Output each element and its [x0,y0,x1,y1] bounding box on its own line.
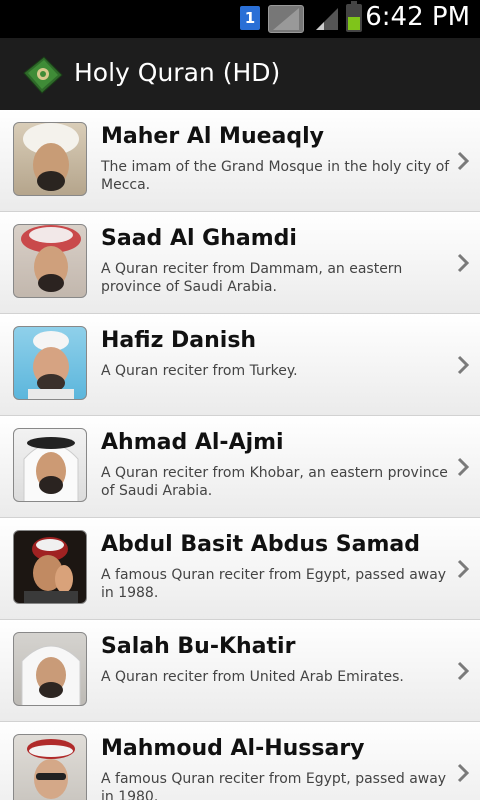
reciter-description: A famous Quran reciter from Egypt, passe… [101,567,447,601]
list-item[interactable]: Abdul Basit Abdus Samad A famous Quran r… [0,518,480,620]
battery-icon [346,1,362,32]
app-bar: Holy Quran (HD) [0,38,480,110]
status-bar: 1 6:42 PM [0,0,480,38]
reciter-description: A Quran reciter from Dammam, an eastern … [101,261,403,295]
reciter-description: A Quran reciter from United Arab Emirate… [101,669,404,685]
list-item[interactable]: Hafiz Danish A Quran reciter from Turkey… [0,314,480,416]
quran-book-icon[interactable] [22,55,64,99]
reciter-avatar [13,428,87,502]
reciter-name: Saad Al Ghamdi [101,226,297,251]
list-item[interactable]: Salah Bu-Khatir A Quran reciter from Uni… [0,620,480,722]
reciter-description: A Quran reciter from Turkey. [101,363,298,379]
reciter-avatar [13,326,87,400]
reciter-name: Mahmoud Al-Hussary [101,736,365,761]
notification-icon: 1 [240,6,260,30]
gallery-icon [268,5,304,33]
reciter-name: Abdul Basit Abdus Samad [101,532,420,557]
chevron-right-icon [456,456,470,482]
chevron-right-icon [456,150,470,176]
chevron-right-icon [456,354,470,380]
reciter-description: The imam of the Grand Mosque in the holy… [101,159,450,193]
reciter-name: Maher Al Mueaqly [101,124,325,149]
reciter-avatar [13,530,87,604]
list-item[interactable]: Mahmoud Al-Hussary A famous Quran recite… [0,722,480,800]
app-title: Holy Quran (HD) [74,58,281,87]
reciter-avatar [13,632,87,706]
chevron-right-icon [456,762,470,788]
reciter-description: A Quran reciter from Khobar, an eastern … [101,465,448,499]
list-item[interactable]: Saad Al Ghamdi A Quran reciter from Damm… [0,212,480,314]
reciter-avatar [13,224,87,298]
reciter-name: Hafiz Danish [101,328,257,353]
chevron-right-icon [456,558,470,584]
list-item[interactable]: Maher Al Mueaqly The imam of the Grand M… [0,110,480,212]
chevron-right-icon [456,660,470,686]
reciter-list: Maher Al Mueaqly The imam of the Grand M… [0,110,480,800]
reciter-description: A famous Quran reciter from Egypt, passe… [101,771,447,800]
signal-icon [314,6,340,36]
reciter-name: Ahmad Al-Ajmi [101,430,284,455]
reciter-avatar [13,734,87,800]
reciter-avatar [13,122,87,196]
clock: 6:42 PM [365,2,470,32]
chevron-right-icon [456,252,470,278]
list-item[interactable]: Ahmad Al-Ajmi A Quran reciter from Khoba… [0,416,480,518]
reciter-name: Salah Bu-Khatir [101,634,296,659]
